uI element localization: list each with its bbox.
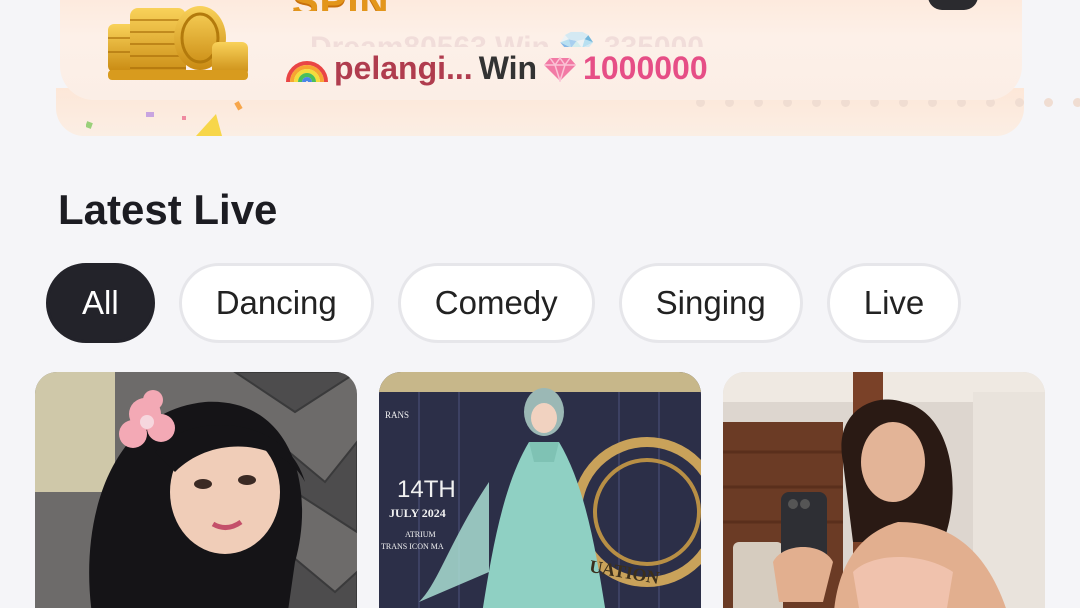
- rainbow-icon: [286, 60, 328, 82]
- gold-coins-icon: [108, 6, 248, 80]
- winner-amount: 1000000: [583, 50, 708, 86]
- confetti-icon: [86, 101, 243, 136]
- poster-venue: ATRIUM: [405, 530, 436, 539]
- poster-date-month: JULY 2024: [389, 506, 446, 520]
- winner-win-label: Win: [478, 50, 538, 86]
- banner-title: SPIN: [292, 0, 390, 24]
- diamond-icon: [544, 56, 577, 82]
- filter-chip-singing[interactable]: Singing: [618, 263, 803, 343]
- live-card[interactable]: [723, 372, 1045, 608]
- poster-brand: RANS: [385, 410, 410, 420]
- filter-chip-comedy[interactable]: Comedy: [397, 263, 595, 343]
- live-home-screen: SPIN Dream80563 Win 💎 335000 pelangi... …: [0, 0, 1080, 608]
- live-thumbnail-hijab: [35, 372, 357, 608]
- live-card[interactable]: [35, 372, 357, 608]
- spin-winner-banner[interactable]: SPIN Dream80563 Win 💎 335000 pelangi... …: [60, 0, 1022, 100]
- live-thumbnail-mirror-selfie: [723, 372, 1045, 608]
- poster-date-day: 14TH: [397, 476, 456, 503]
- close-icon[interactable]: [928, 0, 978, 10]
- filter-chip-dancing[interactable]: Dancing: [178, 263, 374, 343]
- live-card[interactable]: RANS 14TH JULY 2024 ATRIUM TRANS ICON MA…: [379, 372, 701, 608]
- winner-name: pelangi...: [334, 50, 473, 86]
- filter-chip-live[interactable]: Live: [826, 263, 962, 343]
- poster-venue-name: TRANS ICON MA: [381, 542, 444, 551]
- category-filter-bar: All Dancing Comedy Singing Live: [46, 263, 962, 343]
- winner-line: pelangi... Win 1000000: [286, 50, 708, 87]
- filter-chip-all[interactable]: All: [46, 263, 155, 343]
- section-title-latest-live: Latest Live: [58, 186, 278, 233]
